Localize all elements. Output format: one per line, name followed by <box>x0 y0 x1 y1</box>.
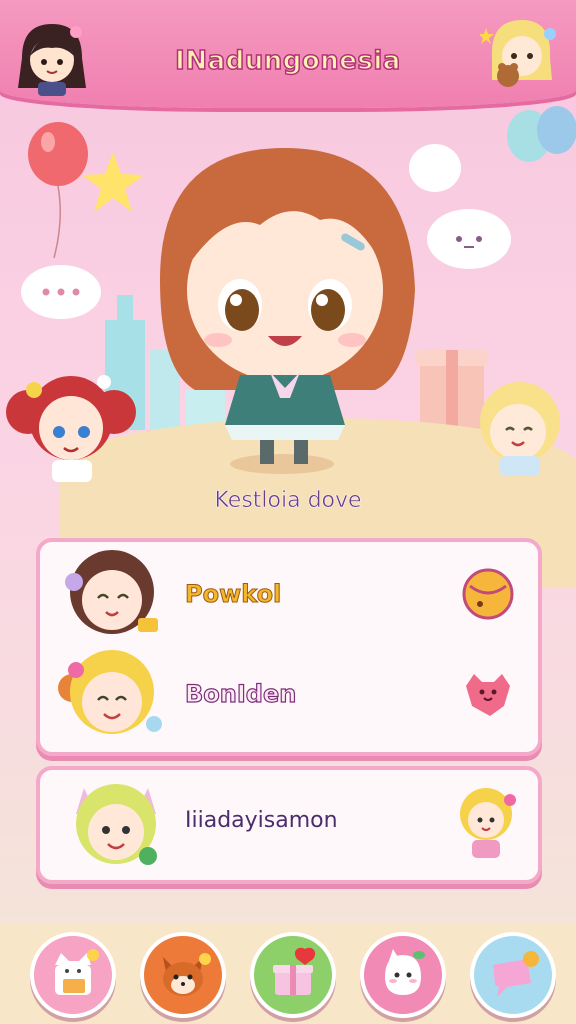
nav-button-cat-box[interactable] <box>30 932 116 1018</box>
list-item[interactable]: BonIden <box>40 642 538 752</box>
blonde-girl-avatar-icon[interactable] <box>470 378 570 478</box>
player-name-label: Kestloia dove <box>214 488 362 514</box>
row-label: Iiiadayisamon <box>185 808 338 833</box>
fox-face-icon <box>163 953 211 996</box>
row-label: Powkol <box>184 580 282 609</box>
blonde-avatar-with-pet-icon[interactable] <box>480 14 560 94</box>
face-bubble-decoration <box>427 209 511 269</box>
nav-button-pet[interactable] <box>360 932 446 1018</box>
red-hair-girl-avatar-icon[interactable] <box>4 362 138 482</box>
nav-button-gift[interactable] <box>250 932 336 1018</box>
chat-bubble-decoration <box>21 265 101 319</box>
bottom-nav <box>0 924 576 1024</box>
blonde-bun-girl-avatar-icon <box>58 650 162 734</box>
blonde-chibi-icon[interactable] <box>452 784 522 862</box>
cat-box-icon <box>55 949 99 995</box>
row-label: BonIden <box>184 679 297 708</box>
chat-bubble-icon <box>493 951 539 997</box>
pink-pet-icon[interactable] <box>460 666 516 722</box>
star-icon <box>82 152 144 212</box>
brunette-girl-avatar-icon <box>65 550 158 634</box>
nav-button-chat[interactable] <box>470 932 556 1018</box>
friends-list-card: Powkol BonIden <box>36 538 542 756</box>
main-character-avatar[interactable] <box>140 140 430 480</box>
single-list-card: Iiiadayisamon <box>36 766 542 884</box>
gift-heart-icon <box>273 947 316 995</box>
melon-ball-icon[interactable] <box>460 566 516 622</box>
ghost-pet-icon <box>385 949 425 995</box>
list-item[interactable]: Powkol <box>40 542 538 652</box>
list-item[interactable]: Iiiadayisamon <box>40 770 538 880</box>
blue-balloons-icon <box>507 106 576 162</box>
cat-ear-girl-avatar-icon <box>76 784 157 865</box>
girl-avatar-icon[interactable] <box>12 18 92 98</box>
nav-button-fox[interactable] <box>140 932 226 1018</box>
